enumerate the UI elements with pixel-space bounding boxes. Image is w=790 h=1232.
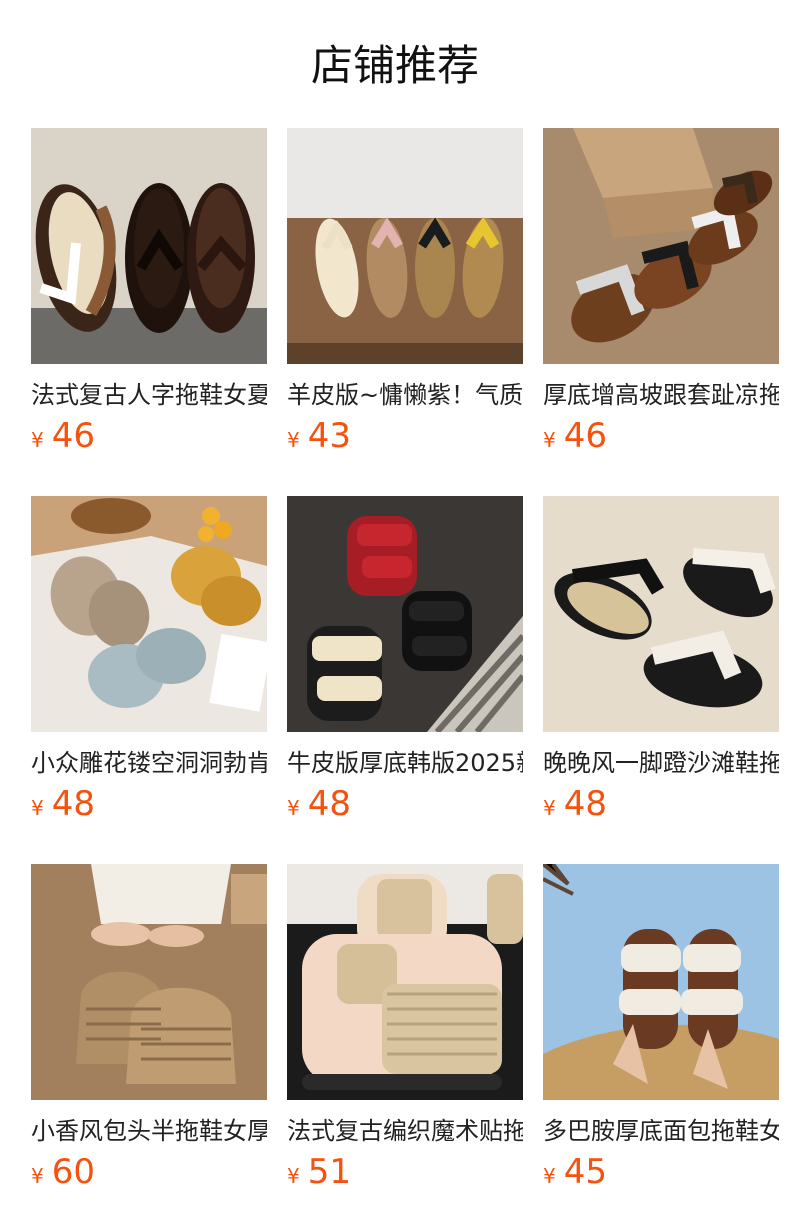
price-value: 60 xyxy=(51,1152,95,1192)
brown-flip-flops-image[interactable] xyxy=(31,128,267,364)
currency-symbol: ¥ xyxy=(287,796,300,820)
currency-symbol: ¥ xyxy=(31,1164,44,1188)
woven-velcro-slides-image[interactable] xyxy=(287,864,523,1100)
product-card[interactable]: 法式复古编织魔术贴拖鞋女 ¥51 xyxy=(287,864,523,1232)
cream-strap-slides-image[interactable] xyxy=(543,864,779,1100)
product-name[interactable]: 牛皮版厚底韩版2025新款拖鞋 xyxy=(287,746,523,780)
pastel-flip-flops-image[interactable] xyxy=(287,128,523,364)
product-price: ¥45 xyxy=(543,1152,779,1192)
product-price: ¥60 xyxy=(31,1152,267,1192)
price-value: 51 xyxy=(307,1152,351,1192)
product-name[interactable]: 法式复古编织魔术贴拖鞋女 xyxy=(287,1114,523,1148)
currency-symbol: ¥ xyxy=(31,796,44,820)
product-card[interactable]: 小众雕花镂空洞洞勃肯拖鞋 ¥48 xyxy=(31,496,267,864)
currency-symbol: ¥ xyxy=(543,796,556,820)
product-name[interactable]: 厚底增高坡跟套趾凉拖鞋女 xyxy=(543,378,779,412)
product-price: ¥48 xyxy=(287,784,523,824)
double-strap-slides-image[interactable] xyxy=(287,496,523,732)
price-value: 48 xyxy=(307,784,351,824)
currency-symbol: ¥ xyxy=(287,1164,300,1188)
product-price: ¥46 xyxy=(543,416,779,456)
product-card[interactable]: 多巴胺厚底面包拖鞋女夏 ¥45 xyxy=(543,864,779,1232)
price-value: 45 xyxy=(563,1152,607,1192)
product-card[interactable]: 晚晚风一脚蹬沙滩鞋拖鞋女 ¥48 xyxy=(543,496,779,864)
perforated-slides-image[interactable] xyxy=(31,496,267,732)
product-name[interactable]: 小众雕花镂空洞洞勃肯拖鞋 xyxy=(31,746,267,780)
woven-mules-image[interactable] xyxy=(31,864,267,1100)
product-card[interactable]: 小香风包头半拖鞋女厚底 ¥60 xyxy=(31,864,267,1232)
product-price: ¥51 xyxy=(287,1152,523,1192)
product-price: ¥46 xyxy=(31,416,267,456)
product-name[interactable]: 法式复古人字拖鞋女夏外穿 xyxy=(31,378,267,412)
store-recommendations-page: 店铺推荐 法式复古人字拖鞋女夏 ¥ 46 羊皮版~慵懒紫！气质 ¥ 43 厚底增… xyxy=(0,0,790,1232)
product-price: ¥43 xyxy=(287,416,523,456)
currency-symbol: ¥ xyxy=(287,428,300,452)
price-value: 43 xyxy=(307,416,351,456)
product-card[interactable]: 牛皮版厚底韩版2025新款拖鞋 ¥48 xyxy=(287,496,523,864)
currency-symbol: ¥ xyxy=(543,1164,556,1188)
product-name[interactable]: 多巴胺厚底面包拖鞋女夏 xyxy=(543,1114,779,1148)
price-value: 46 xyxy=(563,416,607,456)
product-name[interactable]: 小香风包头半拖鞋女厚底 xyxy=(31,1114,267,1148)
currency-symbol: ¥ xyxy=(31,428,44,452)
product-price: ¥48 xyxy=(543,784,779,824)
toe-ring-sandals-image[interactable] xyxy=(543,128,779,364)
product-grid: 法式复古人字拖鞋女夏外穿 ¥46 xyxy=(31,128,779,1232)
price-value: 48 xyxy=(51,784,95,824)
product-card[interactable]: 羊皮版~慵懒紫！气质夹趾拖鞋 ¥43 xyxy=(287,128,523,496)
product-price: ¥48 xyxy=(31,784,267,824)
product-card[interactable]: 法式复古人字拖鞋女夏外穿 ¥46 xyxy=(31,128,267,496)
product-name[interactable]: 晚晚风一脚蹬沙滩鞋拖鞋女 xyxy=(543,746,779,780)
price-value: 46 xyxy=(51,416,95,456)
toe-loop-sandals-image[interactable] xyxy=(543,496,779,732)
product-card[interactable]: 厚底增高坡跟套趾凉拖鞋女 ¥46 xyxy=(543,128,779,496)
page-title: 店铺推荐 xyxy=(310,41,479,90)
product-name[interactable]: 羊皮版~慵懒紫！气质夹趾拖鞋 xyxy=(287,378,523,412)
currency-symbol: ¥ xyxy=(543,428,556,452)
price-value: 48 xyxy=(563,784,607,824)
